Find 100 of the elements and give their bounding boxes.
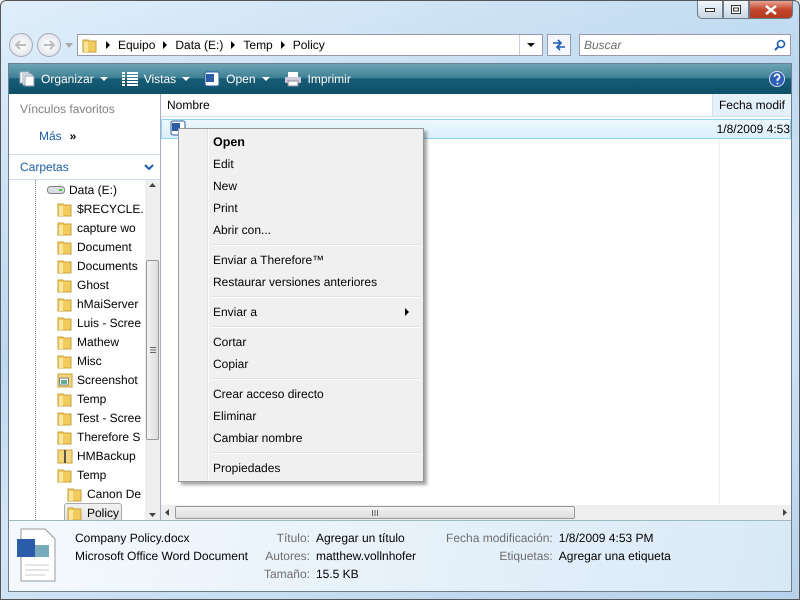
pages-icon <box>19 71 35 87</box>
vertical-scrollbar[interactable] <box>145 180 160 520</box>
caret-icon <box>100 77 108 81</box>
tree-item[interactable]: Temp <box>54 465 110 484</box>
dropdown-icon[interactable] <box>527 43 535 47</box>
property-value[interactable]: Agregar un título <box>316 531 416 545</box>
scroll-left-icon[interactable] <box>165 509 169 516</box>
file-type: Microsoft Office Word Document <box>75 549 248 563</box>
grip-icon <box>150 347 156 353</box>
breadcrumb[interactable]: Equipo <box>118 38 156 52</box>
property-label: Fecha modificación: <box>446 531 553 545</box>
submenu-arrow-icon <box>405 308 409 316</box>
column-header[interactable]: Fecha modif <box>712 94 791 116</box>
menu-item[interactable]: Eliminar <box>181 405 421 427</box>
horizontal-scrollbar[interactable] <box>161 505 791 520</box>
toolbar-button[interactable]: Organizar <box>15 69 112 89</box>
menu-item[interactable]: Propiedades <box>181 457 421 479</box>
tree-item[interactable]: HMBackup <box>54 446 139 465</box>
folder-icon <box>57 466 73 482</box>
close-button[interactable] <box>749 1 793 19</box>
property-label: Tamaño: <box>264 567 310 581</box>
tree-item[interactable]: Document <box>54 237 135 256</box>
tree-item[interactable]: Data (E:) <box>44 180 120 199</box>
tree-item[interactable]: Policy <box>64 503 122 520</box>
menu-item[interactable]: Restaurar versiones anteriores <box>181 271 421 293</box>
folder-icon <box>57 220 73 236</box>
printer-icon <box>284 71 302 87</box>
search-icon <box>774 39 786 51</box>
tree-item[interactable]: hMaiServer <box>54 294 142 313</box>
tree-item[interactable]: Luis - Scree <box>54 313 144 332</box>
chevron-icon <box>231 41 236 49</box>
menu-item[interactable]: Enviar a <box>181 301 421 323</box>
drive-icon <box>47 184 65 194</box>
property-label: Autores: <box>264 549 310 563</box>
folder-icon <box>67 486 83 502</box>
folder-icon <box>57 428 73 444</box>
tree-item[interactable]: Temp <box>54 389 110 408</box>
tree-item[interactable]: Test - Scree <box>54 408 144 427</box>
caret-icon <box>262 77 270 81</box>
maximize-button[interactable] <box>723 1 749 19</box>
list-view-icon <box>122 72 138 86</box>
property-value[interactable]: 1/8/2009 4:53 PM <box>558 531 671 545</box>
chevron-down-icon[interactable] <box>144 164 154 170</box>
folder-icon <box>82 37 98 53</box>
menu-item[interactable]: Copiar <box>181 353 421 375</box>
menu-item[interactable]: Edit <box>181 153 421 175</box>
property-value[interactable]: Agregar una etiqueta <box>558 549 671 563</box>
scroll-up-icon[interactable] <box>149 183 156 187</box>
toolbar-button[interactable]: Open <box>200 69 274 89</box>
tree-item[interactable]: Screenshot <box>54 370 141 389</box>
toolbar-button[interactable]: Vistas <box>118 70 194 88</box>
property-value[interactable]: 15.5 KB <box>316 567 416 581</box>
breadcrumb[interactable]: Temp <box>243 38 273 52</box>
menu-item[interactable]: Crear acceso directo <box>181 383 421 405</box>
tree-item[interactable]: Documents <box>54 256 141 275</box>
tree-item[interactable]: Mathew <box>54 332 122 351</box>
scroll-right-icon[interactable] <box>783 509 787 516</box>
toolbar-button[interactable]: Imprimir <box>280 69 355 89</box>
folder-icon <box>57 352 73 368</box>
grip-icon <box>372 510 378 516</box>
scroll-down-icon[interactable] <box>149 513 156 517</box>
tree-item[interactable]: Canon De <box>64 484 144 503</box>
address-bar[interactable]: Equipo Data (E:) Temp Policy <box>77 34 543 56</box>
more-chevron[interactable]: » <box>70 129 76 143</box>
menu-item[interactable]: Cortar <box>181 331 421 353</box>
minimize-button[interactable] <box>697 1 723 19</box>
menu-item[interactable]: Enviar a Therefore™ <box>181 249 421 271</box>
menu-item[interactable]: New <box>181 175 421 197</box>
help-icon[interactable] <box>769 71 785 87</box>
chevron-icon <box>163 41 168 49</box>
breadcrumb[interactable]: Policy <box>292 38 325 52</box>
table-cell-text: 1/8/2009 4:53 <box>716 122 790 136</box>
search-field[interactable]: Buscar <box>579 34 791 56</box>
folder-icon <box>57 410 73 426</box>
image-folder-icon <box>57 372 73 388</box>
folders-heading[interactable]: Carpetas <box>20 160 69 174</box>
chevron-icon <box>280 41 285 49</box>
property-label: Título: <box>276 531 310 545</box>
maximize-icon <box>731 5 741 14</box>
breadcrumb[interactable]: Data (E:) <box>175 38 224 52</box>
folder-icon <box>57 296 73 312</box>
folder-icon <box>67 504 83 520</box>
menu-item[interactable]: Print <box>181 197 421 219</box>
favorite-links-heading: Vínculos favoritos <box>19 101 116 118</box>
menu-item[interactable]: Cambiar nombre <box>181 427 421 449</box>
refresh-button[interactable] <box>547 34 571 56</box>
folder-icon <box>57 200 73 216</box>
forward-arrow-icon <box>43 40 55 50</box>
back-arrow-icon <box>15 40 27 50</box>
folder-icon <box>57 276 73 292</box>
folder-icon <box>57 258 73 274</box>
chevron-icon <box>106 41 110 49</box>
more-link[interactable]: Más <box>39 129 62 143</box>
tree-item[interactable]: Ghost <box>54 275 112 294</box>
tree-item[interactable]: Misc <box>54 351 105 370</box>
folder-icon <box>57 334 73 350</box>
tree-item[interactable]: Therefore S <box>54 427 144 446</box>
tree-item[interactable]: capture wo <box>54 218 139 237</box>
menu-item[interactable]: Abrir con... <box>181 219 421 241</box>
property-value[interactable]: matthew.vollnhofer <box>316 549 416 563</box>
